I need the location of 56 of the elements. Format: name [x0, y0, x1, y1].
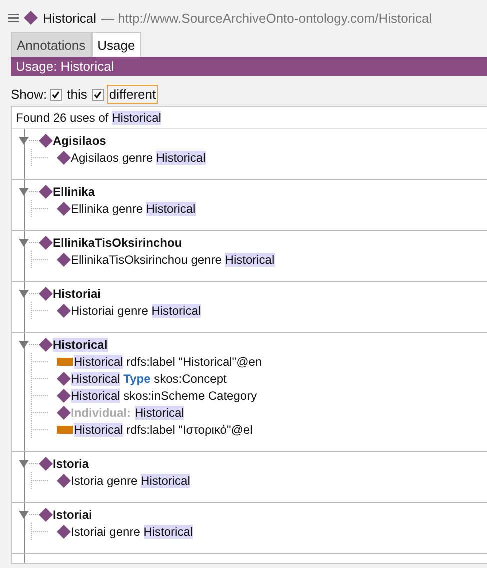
individual-name[interactable]: Ellinika — [53, 184, 96, 198]
individual-name[interactable]: Agisilaos — [53, 134, 106, 148]
individual-name[interactable]: Historiai — [53, 286, 102, 300]
usage-line[interactable]: Historical skos:inScheme Category — [71, 388, 258, 402]
diamond-icon — [57, 150, 71, 164]
diamond-icon — [39, 456, 53, 470]
entity-name: Historical — [43, 10, 96, 26]
menu-icon[interactable] — [8, 13, 19, 23]
checkbox[interactable] — [92, 88, 104, 100]
collapse-triangle-icon[interactable] — [19, 338, 39, 350]
individual-name[interactable]: Istoria — [53, 456, 90, 470]
individual-name[interactable]: Historical — [53, 338, 108, 352]
annotation-bar-icon — [57, 358, 73, 366]
diamond-icon — [39, 184, 53, 198]
diamond-icon — [57, 252, 71, 266]
diamond-icon — [57, 304, 71, 318]
annotation-bar-icon — [57, 426, 73, 434]
collapse-triangle-icon[interactable] — [19, 508, 39, 520]
collapse-triangle-icon[interactable] — [19, 186, 39, 198]
panel-title-bar: Usage: Historical — [11, 57, 487, 76]
usage-summary: Found 26 uses of Historical — [16, 111, 162, 125]
diamond-icon — [24, 11, 38, 25]
individual-name[interactable]: Istoriai — [53, 508, 92, 522]
diamond-icon — [57, 202, 71, 216]
diamond-icon — [57, 474, 71, 488]
diamond-icon — [39, 236, 53, 250]
checkbox-label[interactable]: different — [107, 85, 158, 104]
collapse-triangle-icon[interactable] — [19, 236, 39, 248]
usage-line[interactable]: Historical rdfs:label "Ιστορικό"@el — [74, 422, 253, 436]
tab[interactable]: Annotations — [11, 32, 92, 57]
show-label: Show: — [11, 87, 48, 102]
usage-line[interactable]: Agisilaos genre Historical — [71, 150, 206, 164]
collapse-triangle-icon[interactable] — [19, 288, 39, 300]
usage-line[interactable]: Historical rdfs:label "Historical"@en — [74, 354, 262, 368]
usage-line[interactable]: Ellinika genre Historical — [71, 202, 196, 216]
usage-line[interactable]: EllinikaTisOksirinchou genre Historical — [71, 252, 275, 266]
collapse-triangle-icon[interactable] — [19, 458, 39, 470]
diamond-icon — [57, 388, 71, 402]
checkbox[interactable] — [50, 88, 62, 100]
usage-line[interactable]: Istoriai genre Historical — [71, 524, 194, 538]
usage-line[interactable]: Historiai genre Historical — [71, 304, 202, 318]
entity-iri: — http://www.SourceArchiveOnto-ontology.com/Historical — [101, 10, 432, 26]
individual-name[interactable]: EllinikaTisOksirinchou — [53, 236, 182, 250]
diamond-icon — [39, 134, 53, 148]
diamond-icon — [39, 286, 53, 300]
diamond-icon — [39, 338, 53, 352]
diamond-icon — [57, 524, 71, 538]
usage-line[interactable]: Individual: Historical — [71, 406, 184, 420]
diamond-icon — [57, 406, 71, 420]
diamond-icon — [39, 508, 53, 522]
diamond-icon — [57, 372, 71, 386]
tab[interactable]: Usage — [92, 32, 142, 57]
checkbox-label[interactable]: this — [65, 85, 90, 104]
collapse-triangle-icon[interactable] — [19, 134, 39, 146]
usage-line[interactable]: Historical Type skos:Concept — [71, 372, 227, 386]
usage-line[interactable]: Istoria genre Historical — [71, 474, 190, 488]
